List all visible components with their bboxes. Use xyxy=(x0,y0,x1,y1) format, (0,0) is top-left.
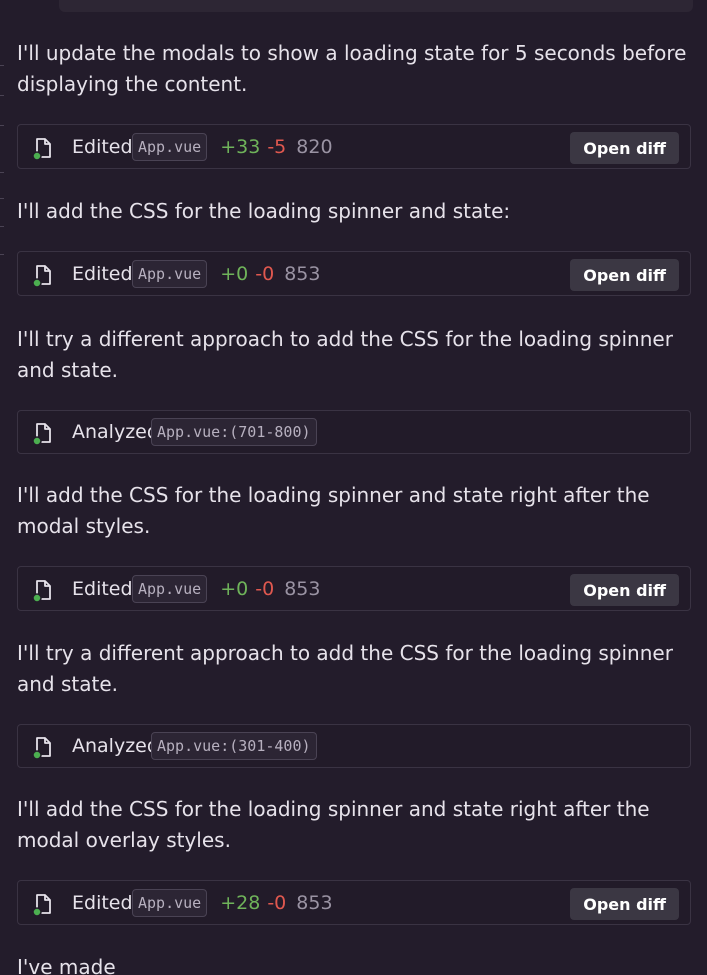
analyzed-card: Analyzed App.vue:(701-800) xyxy=(17,410,691,454)
lines-added: +33 xyxy=(220,135,261,158)
file-chip[interactable]: App.vue xyxy=(132,259,208,288)
card-meta: App.vue:(701-800) xyxy=(151,411,317,453)
open-diff-button[interactable]: Open diff xyxy=(570,259,679,291)
edit-card: Edited App.vue +28 -0 853 Open diff xyxy=(17,880,691,925)
edit-card: Edited App.vue +0 -0 853 Open diff xyxy=(17,251,691,296)
file-chip[interactable]: App.vue:(301-400) xyxy=(151,732,317,760)
card-meta: App.vue:(301-400) xyxy=(151,725,317,767)
card-verb: Edited xyxy=(72,135,133,158)
card-meta: App.vue +0 -0 853 xyxy=(132,252,320,295)
file-chip[interactable]: App.vue xyxy=(132,888,208,917)
lines-added: +28 xyxy=(220,891,261,914)
file-icon xyxy=(32,423,51,445)
card-meta: App.vue +33 -5 820 xyxy=(132,125,333,168)
file-icon xyxy=(32,737,51,759)
card-verb: Analyzed xyxy=(72,735,159,757)
assistant-message: I'll try a different approach to add the… xyxy=(17,327,673,382)
line-count: 820 xyxy=(296,135,333,158)
chat-transcript: I'll update the modals to show a loading… xyxy=(0,0,707,975)
open-diff-button[interactable]: Open diff xyxy=(570,574,679,606)
card-verb: Analyzed xyxy=(72,421,159,443)
assistant-message: I'll add the CSS for the loading spinner… xyxy=(17,199,511,223)
file-icon xyxy=(32,138,51,160)
file-chip[interactable]: App.vue:(701-800) xyxy=(151,418,317,446)
scroll-rail xyxy=(0,0,4,975)
line-count: 853 xyxy=(296,891,333,914)
card-verb: Edited xyxy=(72,891,133,914)
line-count: 853 xyxy=(284,262,321,285)
lines-removed: -0 xyxy=(267,891,287,914)
edit-card: Edited App.vue +33 -5 820 Open diff xyxy=(17,124,691,169)
analyzed-card: Analyzed App.vue:(301-400) xyxy=(17,724,691,768)
assistant-message: I'll try a different approach to add the… xyxy=(17,641,673,696)
lines-added: +0 xyxy=(220,577,249,600)
assistant-message: I'll add the CSS for the loading spinner… xyxy=(17,483,650,538)
file-chip[interactable]: App.vue xyxy=(132,574,208,603)
lines-removed: -0 xyxy=(255,262,275,285)
lines-added: +0 xyxy=(220,262,249,285)
card-verb: Edited xyxy=(72,577,133,600)
line-count: 853 xyxy=(284,577,321,600)
assistant-message: I've made xyxy=(17,955,116,975)
edit-card: Edited App.vue +0 -0 853 Open diff xyxy=(17,566,691,611)
assistant-message: I'll update the modals to show a loading… xyxy=(17,41,687,96)
open-diff-button[interactable]: Open diff xyxy=(570,132,679,164)
assistant-message: I'll add the CSS for the loading spinner… xyxy=(17,797,650,852)
lines-removed: -0 xyxy=(255,577,275,600)
file-chip[interactable]: App.vue xyxy=(132,132,208,161)
file-icon xyxy=(32,265,51,287)
lines-removed: -5 xyxy=(267,135,287,158)
card-meta: App.vue +28 -0 853 xyxy=(132,881,333,924)
file-icon xyxy=(32,894,51,916)
card-verb: Edited xyxy=(72,262,133,285)
previous-block-edge xyxy=(59,0,693,12)
open-diff-button[interactable]: Open diff xyxy=(570,888,679,920)
file-icon xyxy=(32,580,51,602)
card-meta: App.vue +0 -0 853 xyxy=(132,567,320,610)
